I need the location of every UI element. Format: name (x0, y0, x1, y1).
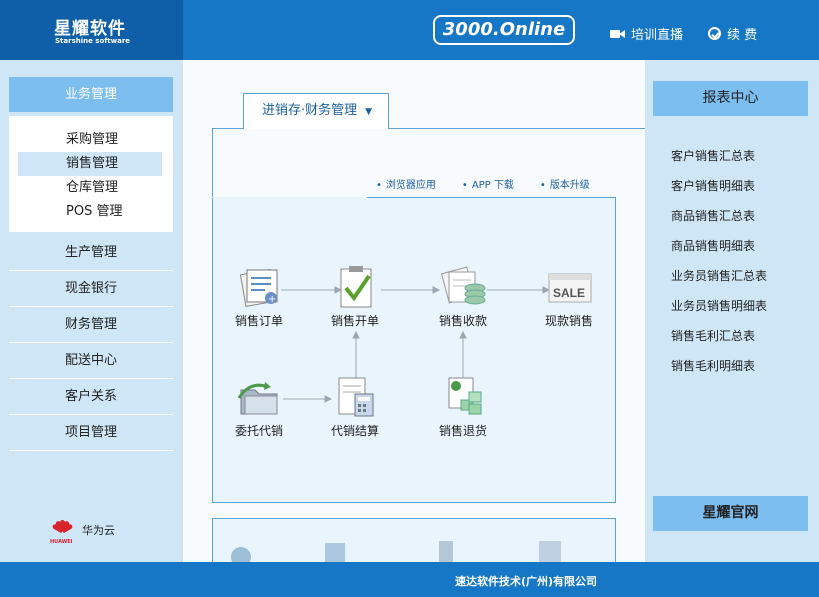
sidebar-item-cash-bank[interactable]: 现金银行 (9, 271, 173, 307)
flow-connectors (281, 286, 551, 403)
flow-consignment-settle[interactable]: 代销结算 (315, 376, 395, 439)
sale-icon-text: SALE (553, 286, 585, 300)
flow-sales-invoice-label: 销售开单 (330, 314, 379, 328)
flow-sales-receipt[interactable]: 销售收款 (423, 266, 503, 329)
checklist-clipboard-icon (331, 266, 379, 308)
report-salesperson-summary[interactable]: 业务员销售汇总表 (671, 267, 767, 284)
triangle-down-icon: ▼ (365, 107, 373, 117)
training-live-label: 培训直播 (631, 28, 684, 43)
report-customer-sales-summary[interactable]: 客户销售汇总表 (671, 147, 755, 164)
training-live-button[interactable]: 培训直播 (610, 24, 683, 43)
sidebar-item-projects[interactable]: 项目管理 (9, 415, 173, 451)
coins-documents-icon (439, 266, 487, 308)
right-sidebar: 报表中心 客户销售汇总表 客户销售明细表 商品销售汇总表 商品销售明细表 业务员… (645, 60, 819, 562)
left-sidebar: 业务管理 采购管理 销售管理 仓库管理 POS 管理 生产管理 现金银行 财务管… (0, 60, 183, 562)
tab-label: 进销存·财务管理 (262, 103, 358, 118)
clipboard-list-icon: + (235, 266, 283, 308)
partner-label: 华为云 (82, 524, 115, 537)
main-content: 进销存·财务管理 ▼ 浏览器应用 APP 下载 版本升级 (183, 60, 645, 562)
huawei-logo-text: HUAWEI (50, 539, 73, 545)
report-center-title[interactable]: 报表中心 (653, 81, 808, 116)
huawei-logo-icon: HUAWEI (50, 520, 74, 545)
report-gross-profit-detail[interactable]: 销售毛利明细表 (671, 357, 755, 374)
official-site-button[interactable]: 星耀官网 (653, 496, 808, 531)
link-version-upgrade[interactable]: 版本升级 (540, 176, 590, 191)
flow-sales-return-label: 销售退货 (438, 424, 487, 438)
submenu-purchase[interactable]: 采购管理 (18, 128, 162, 152)
flow-sales-receipt-label: 销售收款 (438, 314, 487, 328)
submenu-sales[interactable]: 销售管理 (18, 152, 162, 176)
flow-consignment-label: 委托代销 (234, 424, 283, 438)
top-header: 星耀软件 Starshine software 3000.Online 培训直播… (0, 0, 819, 60)
footer: 速达软件技术(广州)有限公司 (0, 562, 819, 597)
sidebar-section-business[interactable]: 业务管理 (9, 77, 173, 112)
flow-sales-order-label: 销售订单 (234, 314, 283, 328)
return-box-icon (439, 376, 487, 418)
huawei-cloud-partner[interactable]: HUAWEI 华为云 (50, 520, 115, 545)
brand-logo[interactable]: 星耀软件 Starshine software (0, 0, 183, 60)
video-camera-icon (610, 29, 625, 39)
report-product-sales-summary[interactable]: 商品销售汇总表 (671, 207, 755, 224)
folder-arrow-icon (235, 376, 283, 418)
flow-sales-invoice[interactable]: 销售开单 (315, 266, 395, 329)
footer-company: 速达软件技术(广州)有限公司 (455, 575, 598, 588)
sidebar-item-production[interactable]: 生产管理 (9, 235, 173, 271)
flow-cash-sale-label: 现款销售 (544, 314, 593, 328)
calculator-document-icon (331, 376, 379, 418)
quick-links: 浏览器应用 APP 下载 版本升级 (368, 168, 616, 198)
sidebar-item-delivery[interactable]: 配送中心 (9, 343, 173, 379)
link-app-download[interactable]: APP 下载 (462, 176, 514, 191)
flow-consignment-settle-label: 代销结算 (330, 424, 379, 438)
renew-icon (708, 27, 721, 40)
sidebar-item-finance[interactable]: 财务管理 (9, 307, 173, 343)
sidebar-item-crm[interactable]: 客户关系 (9, 379, 173, 415)
flow-cash-sale[interactable]: SALE 现款销售 (529, 266, 609, 329)
report-salesperson-detail[interactable]: 业务员销售明细表 (671, 297, 767, 314)
tab-inventory-finance[interactable]: 进销存·财务管理 ▼ (243, 93, 389, 129)
logo-subtitle: Starshine software (55, 37, 131, 45)
business-submenu: 采购管理 销售管理 仓库管理 POS 管理 (9, 116, 173, 232)
submenu-warehouse[interactable]: 仓库管理 (18, 176, 162, 200)
svg-text:+: + (268, 294, 276, 305)
link-browser-app[interactable]: 浏览器应用 (376, 176, 436, 191)
flow-consignment[interactable]: 委托代销 (219, 376, 299, 439)
report-customer-sales-detail[interactable]: 客户销售明细表 (671, 177, 755, 194)
sale-tag-icon: SALE (545, 266, 593, 308)
renew-button[interactable]: 续 费 (708, 24, 757, 43)
online-badge: 3000.Online (433, 15, 575, 45)
sales-flow-panel: + 销售订单 销售开单 销售收款 SALE 现款销售 委托代销 代销结算 销售退… (212, 197, 616, 503)
partial-icons-row (231, 541, 561, 562)
logo-title: 星耀软件 (54, 19, 126, 39)
submenu-pos[interactable]: POS 管理 (18, 200, 162, 224)
report-product-sales-detail[interactable]: 商品销售明细表 (671, 237, 755, 254)
renew-label: 续 费 (727, 28, 758, 43)
flow-sales-return[interactable]: 销售退货 (423, 376, 503, 439)
report-gross-profit-summary[interactable]: 销售毛利汇总表 (671, 327, 755, 344)
flow-sales-order[interactable]: + 销售订单 (219, 266, 299, 329)
secondary-panel (212, 518, 616, 562)
